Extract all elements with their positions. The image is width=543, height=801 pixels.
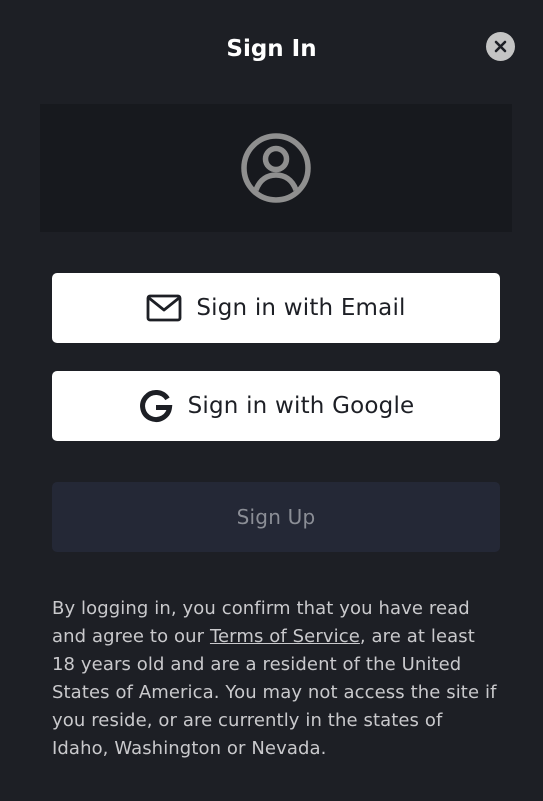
avatar-panel — [40, 104, 512, 232]
close-icon — [494, 40, 507, 53]
modal-title: Sign In — [226, 36, 317, 62]
google-icon — [138, 388, 174, 424]
sign-in-email-label: Sign in with Email — [196, 295, 406, 321]
sign-in-google-button[interactable]: Sign in with Google — [52, 371, 500, 441]
sign-in-google-label: Sign in with Google — [187, 393, 415, 419]
sign-in-modal: Sign In Sign in with Email Sign in with … — [0, 0, 543, 801]
terms-of-service-link[interactable]: Terms of Service — [210, 626, 360, 647]
legal-disclaimer: By logging in, you confirm that you have… — [52, 595, 502, 763]
user-circle-icon — [241, 133, 311, 203]
mail-icon — [146, 294, 182, 322]
close-button[interactable] — [486, 32, 515, 61]
sign-up-label: Sign Up — [236, 505, 316, 529]
sign-up-button[interactable]: Sign Up — [52, 482, 500, 552]
sign-in-email-button[interactable]: Sign in with Email — [52, 273, 500, 343]
